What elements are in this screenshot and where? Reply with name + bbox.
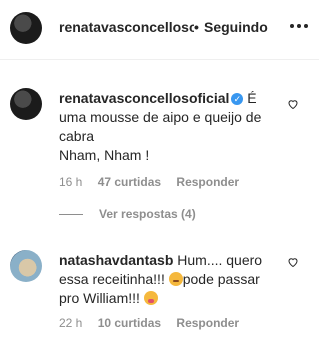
comment-text: natashavdantasb Hum.... quero essa recei… <box>59 251 274 308</box>
avatar[interactable] <box>10 12 42 44</box>
heart-icon[interactable] <box>287 98 299 110</box>
comment-body: Hum.... quero <box>173 252 263 268</box>
heart-icon[interactable] <box>287 256 299 268</box>
comment-body: Nham, Nham ! <box>59 147 150 163</box>
comment-time[interactable]: 16 h <box>59 175 82 189</box>
reply-button[interactable]: Responder <box>176 316 239 330</box>
comment-body: uma mousse de aipo e queijo de <box>59 109 262 125</box>
comment-body: pro William!!! <box>59 290 144 306</box>
comment-body: pode passar <box>182 271 260 287</box>
header-username[interactable]: renatavasconcellosoficial <box>59 19 194 35</box>
more-options-icon[interactable] <box>290 20 308 32</box>
verified-badge-icon: ✓ <box>231 93 244 105</box>
comment-meta: 16 h 47 curtidas Responder <box>59 175 251 189</box>
avatar[interactable] <box>10 88 42 120</box>
replies-divider <box>59 214 83 216</box>
likes-count[interactable]: 10 curtidas <box>98 316 161 330</box>
following-button[interactable]: Seguindo <box>204 19 268 35</box>
comment-username[interactable]: natashavdantasb <box>59 252 173 268</box>
comment-body: É <box>243 90 257 106</box>
comment-body: essa receitinha!!! <box>59 271 169 287</box>
winking-tongue-emoji-icon <box>143 291 158 305</box>
likes-count[interactable]: 47 curtidas <box>98 175 161 189</box>
separator-dot: • <box>194 19 199 35</box>
view-replies-label: Ver respostas (4) <box>99 207 196 221</box>
view-replies-button[interactable]: Ver respostas (4) <box>59 207 196 221</box>
comment-meta: 22 h 10 curtidas Responder <box>59 316 251 330</box>
post-header: renatavasconcellosoficial • Seguindo <box>0 0 319 60</box>
reply-button[interactable]: Responder <box>176 175 239 189</box>
comment-time[interactable]: 22 h <box>59 316 82 330</box>
comment-text: renatavasconcellosoficial ✓ É uma mousse … <box>59 89 274 165</box>
comment-body: cabra <box>59 128 95 144</box>
smiling-emoji-icon <box>168 272 183 286</box>
avatar[interactable] <box>10 250 42 282</box>
comment-username[interactable]: renatavasconcellosoficial <box>59 90 229 106</box>
